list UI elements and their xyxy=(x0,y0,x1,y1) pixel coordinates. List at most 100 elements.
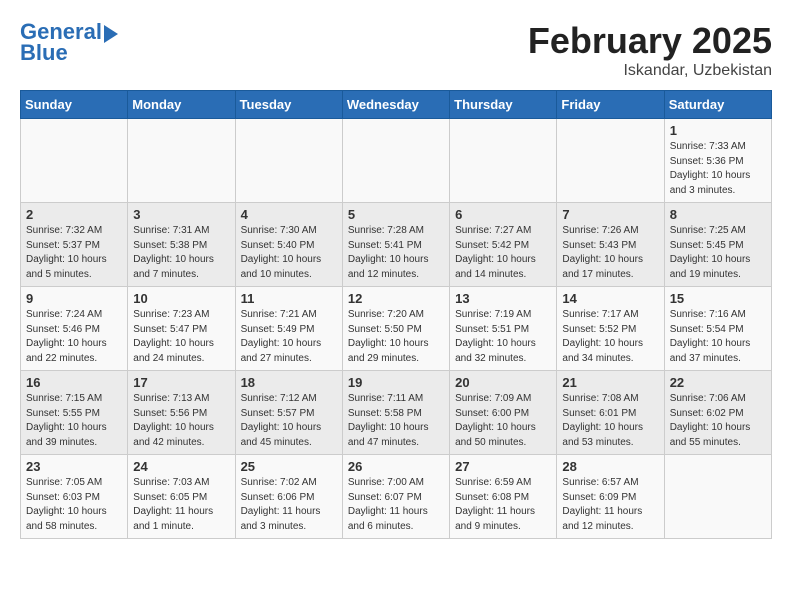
calendar-week-row: 1 Sunrise: 7:33 AMSunset: 5:36 PMDaylight… xyxy=(21,119,772,203)
calendar-day-8: 8 Sunrise: 7:25 AMSunset: 5:45 PMDaylight… xyxy=(664,203,771,287)
day-info: Sunrise: 7:02 AMSunset: 6:06 PMDaylight:… xyxy=(241,476,337,534)
weekday-header-wednesday: Wednesday xyxy=(342,91,449,119)
calendar-day-21: 21 Sunrise: 7:08 AMSunset: 6:01 PMDayligh… xyxy=(557,371,664,455)
calendar-day-26: 26 Sunrise: 7:00 AMSunset: 6:07 PMDayligh… xyxy=(342,455,449,539)
weekday-header-sunday: Sunday xyxy=(21,91,128,119)
day-number: 10 xyxy=(133,291,229,306)
day-info: Sunrise: 7:19 AMSunset: 5:51 PMDaylight:… xyxy=(455,308,551,366)
weekday-header-friday: Friday xyxy=(557,91,664,119)
calendar-empty-cell xyxy=(235,119,342,203)
day-info: Sunrise: 7:05 AMSunset: 6:03 PMDaylight:… xyxy=(26,476,122,534)
logo-arrow-icon xyxy=(104,25,118,43)
day-number: 19 xyxy=(348,375,444,390)
day-info: Sunrise: 7:16 AMSunset: 5:54 PMDaylight:… xyxy=(670,308,766,366)
calendar-day-4: 4 Sunrise: 7:30 AMSunset: 5:40 PMDaylight… xyxy=(235,203,342,287)
day-info: Sunrise: 7:20 AMSunset: 5:50 PMDaylight:… xyxy=(348,308,444,366)
day-number: 23 xyxy=(26,459,122,474)
day-number: 14 xyxy=(562,291,658,306)
day-number: 20 xyxy=(455,375,551,390)
day-info: Sunrise: 7:12 AMSunset: 5:57 PMDaylight:… xyxy=(241,392,337,450)
page-header: General Blue February 2025 Iskandar, Uzb… xyxy=(20,20,772,80)
day-number: 25 xyxy=(241,459,337,474)
calendar-day-13: 13 Sunrise: 7:19 AMSunset: 5:51 PMDayligh… xyxy=(450,287,557,371)
calendar-week-row: 16 Sunrise: 7:15 AMSunset: 5:55 PMDayligh… xyxy=(21,371,772,455)
day-number: 7 xyxy=(562,207,658,222)
day-info: Sunrise: 7:11 AMSunset: 5:58 PMDaylight:… xyxy=(348,392,444,450)
calendar-week-row: 23 Sunrise: 7:05 AMSunset: 6:03 PMDayligh… xyxy=(21,455,772,539)
day-number: 11 xyxy=(241,291,337,306)
day-number: 3 xyxy=(133,207,229,222)
calendar-location: Iskandar, Uzbekistan xyxy=(528,62,772,80)
calendar-day-16: 16 Sunrise: 7:15 AMSunset: 5:55 PMDayligh… xyxy=(21,371,128,455)
day-info: Sunrise: 6:59 AMSunset: 6:08 PMDaylight:… xyxy=(455,476,551,534)
calendar-table: SundayMondayTuesdayWednesdayThursdayFrid… xyxy=(20,90,772,539)
calendar-day-11: 11 Sunrise: 7:21 AMSunset: 5:49 PMDayligh… xyxy=(235,287,342,371)
calendar-empty-cell xyxy=(450,119,557,203)
day-number: 13 xyxy=(455,291,551,306)
calendar-empty-cell xyxy=(342,119,449,203)
calendar-day-19: 19 Sunrise: 7:11 AMSunset: 5:58 PMDayligh… xyxy=(342,371,449,455)
day-info: Sunrise: 7:28 AMSunset: 5:41 PMDaylight:… xyxy=(348,224,444,282)
calendar-day-14: 14 Sunrise: 7:17 AMSunset: 5:52 PMDayligh… xyxy=(557,287,664,371)
calendar-day-9: 9 Sunrise: 7:24 AMSunset: 5:46 PMDaylight… xyxy=(21,287,128,371)
calendar-day-10: 10 Sunrise: 7:23 AMSunset: 5:47 PMDayligh… xyxy=(128,287,235,371)
calendar-day-7: 7 Sunrise: 7:26 AMSunset: 5:43 PMDaylight… xyxy=(557,203,664,287)
day-number: 15 xyxy=(670,291,766,306)
day-number: 18 xyxy=(241,375,337,390)
day-number: 27 xyxy=(455,459,551,474)
day-number: 28 xyxy=(562,459,658,474)
calendar-day-17: 17Sunrise: 7:13 AMSunset: 5:56 PMDayligh… xyxy=(128,371,235,455)
calendar-day-25: 25 Sunrise: 7:02 AMSunset: 6:06 PMDayligh… xyxy=(235,455,342,539)
day-info: Sunrise: 7:25 AMSunset: 5:45 PMDaylight:… xyxy=(670,224,766,282)
calendar-week-row: 9 Sunrise: 7:24 AMSunset: 5:46 PMDaylight… xyxy=(21,287,772,371)
day-info: Sunrise: 7:33 AMSunset: 5:36 PMDaylight:… xyxy=(670,140,766,198)
logo: General Blue xyxy=(20,20,118,66)
day-number: 1 xyxy=(670,123,766,138)
day-info: Sunrise: 7:21 AMSunset: 5:49 PMDaylight:… xyxy=(241,308,337,366)
weekday-header-row: SundayMondayTuesdayWednesdayThursdayFrid… xyxy=(21,91,772,119)
day-number: 2 xyxy=(26,207,122,222)
title-block: February 2025 Iskandar, Uzbekistan xyxy=(528,20,772,80)
calendar-title: February 2025 xyxy=(528,20,772,62)
day-info: Sunrise: 6:57 AMSunset: 6:09 PMDaylight:… xyxy=(562,476,658,534)
calendar-day-5: 5 Sunrise: 7:28 AMSunset: 5:41 PMDaylight… xyxy=(342,203,449,287)
day-info: Sunrise: 7:30 AMSunset: 5:40 PMDaylight:… xyxy=(241,224,337,282)
day-number: 9 xyxy=(26,291,122,306)
calendar-week-row: 2 Sunrise: 7:32 AMSunset: 5:37 PMDaylight… xyxy=(21,203,772,287)
day-number: 21 xyxy=(562,375,658,390)
day-info: Sunrise: 7:00 AMSunset: 6:07 PMDaylight:… xyxy=(348,476,444,534)
day-info: Sunrise: 7:24 AMSunset: 5:46 PMDaylight:… xyxy=(26,308,122,366)
calendar-empty-cell xyxy=(557,119,664,203)
day-info: Sunrise: 7:32 AMSunset: 5:37 PMDaylight:… xyxy=(26,224,122,282)
weekday-header-saturday: Saturday xyxy=(664,91,771,119)
day-number: 5 xyxy=(348,207,444,222)
day-info: Sunrise: 7:15 AMSunset: 5:55 PMDaylight:… xyxy=(26,392,122,450)
day-number: 4 xyxy=(241,207,337,222)
calendar-day-6: 6 Sunrise: 7:27 AMSunset: 5:42 PMDaylight… xyxy=(450,203,557,287)
day-info: Sunrise: 7:08 AMSunset: 6:01 PMDaylight:… xyxy=(562,392,658,450)
weekday-header-tuesday: Tuesday xyxy=(235,91,342,119)
day-info: Sunrise: 7:23 AMSunset: 5:47 PMDaylight:… xyxy=(133,308,229,366)
calendar-day-24: 24Sunrise: 7:03 AMSunset: 6:05 PMDayligh… xyxy=(128,455,235,539)
calendar-day-12: 12Sunrise: 7:20 AMSunset: 5:50 PMDayligh… xyxy=(342,287,449,371)
day-info: Sunrise: 7:27 AMSunset: 5:42 PMDaylight:… xyxy=(455,224,551,282)
calendar-day-1: 1 Sunrise: 7:33 AMSunset: 5:36 PMDaylight… xyxy=(664,119,771,203)
day-number: 26 xyxy=(348,459,444,474)
calendar-empty-cell xyxy=(664,455,771,539)
calendar-day-18: 18 Sunrise: 7:12 AMSunset: 5:57 PMDayligh… xyxy=(235,371,342,455)
weekday-header-monday: Monday xyxy=(128,91,235,119)
calendar-day-22: 22Sunrise: 7:06 AMSunset: 6:02 PMDayligh… xyxy=(664,371,771,455)
day-number: 16 xyxy=(26,375,122,390)
calendar-day-2: 2 Sunrise: 7:32 AMSunset: 5:37 PMDaylight… xyxy=(21,203,128,287)
day-info: Sunrise: 7:09 AMSunset: 6:00 PMDaylight:… xyxy=(455,392,551,450)
day-info: Sunrise: 7:13 AMSunset: 5:56 PMDaylight:… xyxy=(133,392,229,450)
day-info: Sunrise: 7:31 AMSunset: 5:38 PMDaylight:… xyxy=(133,224,229,282)
calendar-day-28: 28 Sunrise: 6:57 AMSunset: 6:09 PMDayligh… xyxy=(557,455,664,539)
calendar-day-15: 15 Sunrise: 7:16 AMSunset: 5:54 PMDayligh… xyxy=(664,287,771,371)
day-info: Sunrise: 7:17 AMSunset: 5:52 PMDaylight:… xyxy=(562,308,658,366)
day-info: Sunrise: 7:26 AMSunset: 5:43 PMDaylight:… xyxy=(562,224,658,282)
day-info: Sunrise: 7:06 AMSunset: 6:02 PMDaylight:… xyxy=(670,392,766,450)
day-number: 6 xyxy=(455,207,551,222)
weekday-header-thursday: Thursday xyxy=(450,91,557,119)
day-number: 8 xyxy=(670,207,766,222)
